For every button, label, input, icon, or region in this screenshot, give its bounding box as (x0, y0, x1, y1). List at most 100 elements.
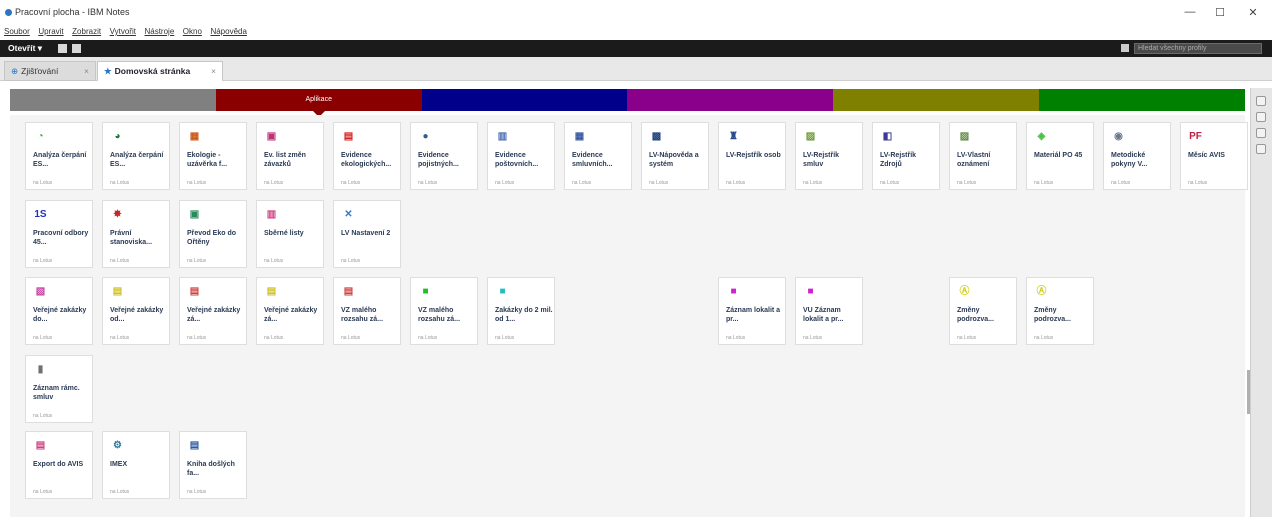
app-icon: ▥ (266, 209, 277, 220)
tab-label: Domovská stránka (114, 66, 191, 76)
app-tile[interactable]: ▧ Veřejné zakázky do... na Lotus (25, 277, 93, 345)
app-tile[interactable]: ■ VU Záznam lokalit a pr... na Lotus (795, 277, 863, 345)
app-name: VZ malého rozsahu zá... (418, 307, 461, 323)
app-tile[interactable]: ▤ VZ malého rozsahu zá... na Lotus (333, 277, 401, 345)
app-tile[interactable]: ■ Zakázky do 2 mil. od 1... na Lotus (487, 277, 555, 345)
menu-view[interactable]: Zobrazit (72, 27, 101, 36)
app-server: na Lotus (880, 180, 900, 186)
app-icon: ■ (422, 286, 429, 297)
app-tile[interactable]: ▤ Veřejné zakázky zá... na Lotus (256, 277, 324, 345)
app-tile[interactable]: ▦ Ekologie - uzávěrka f... na Lotus (179, 122, 247, 190)
app-server: na Lotus (33, 180, 53, 186)
app-name: Zakázky do 2 mil. od 1... (495, 307, 553, 323)
home-star-icon: ★ (104, 66, 112, 76)
app-tile[interactable]: ■ Záznam lokalit a pr... na Lotus (718, 277, 786, 345)
search-input[interactable]: Hledat všechny profily (1134, 43, 1262, 54)
app-server: na Lotus (726, 180, 746, 186)
minimize-button[interactable]: — (1177, 6, 1203, 20)
app-name: Pracovní odbory 45... (33, 230, 89, 246)
app-server: na Lotus (264, 180, 284, 186)
menu-help[interactable]: Nápověda (210, 27, 246, 36)
app-tile[interactable]: ▤ Veřejné zakázky od... na Lotus (102, 277, 170, 345)
app-tile[interactable]: ▥ Sběrné listy na Lotus (256, 200, 324, 268)
open-button[interactable]: Otevřít ▾ (8, 43, 42, 54)
app-tile[interactable]: ◉ Metodické pokyny V... na Lotus (1103, 122, 1171, 190)
sidebar-tool-icon[interactable] (1256, 112, 1266, 122)
app-server: na Lotus (649, 180, 669, 186)
menu-tools[interactable]: Nástroje (144, 27, 174, 36)
app-server: na Lotus (110, 489, 130, 495)
app-tile[interactable]: ⚙ IMEX na Lotus (102, 431, 170, 499)
app-server: na Lotus (341, 180, 361, 186)
app-tile[interactable]: ▮ Záznam rámc. smluv na Lotus (25, 355, 93, 423)
sidebar-tool-icon[interactable] (1256, 96, 1266, 106)
app-tile[interactable]: ▤ Veřejné zakázky zá... na Lotus (179, 277, 247, 345)
app-server: na Lotus (187, 180, 207, 186)
app-icon: ▤ (343, 286, 354, 297)
app-icon: ▨ (959, 131, 970, 142)
app-tile[interactable]: ▤ Export do AVIS na Lotus (25, 431, 93, 499)
app-tile[interactable]: ▨ LV-Vlastní oznámení na Lotus (949, 122, 1017, 190)
maximize-button[interactable]: ☐ (1207, 6, 1233, 20)
app-icon: PF (1189, 131, 1202, 142)
list-icon[interactable] (72, 44, 81, 53)
app-tile[interactable]: ▤ Kniha došlých fa... na Lotus (179, 431, 247, 499)
app-tile[interactable]: ▤ Evidence ekologických... na Lotus (333, 122, 401, 190)
app-tile[interactable]: ◕ Analýza čerpání ES... na Lotus (102, 122, 170, 190)
sidebar-tool-icon[interactable] (1256, 128, 1266, 138)
app-tile[interactable]: ▨ LV-Rejstřík smluv na Lotus (795, 122, 863, 190)
app-tile[interactable]: ♜ LV-Rejstřík osob na Lotus (718, 122, 786, 190)
app-tile[interactable]: ▣ Ev. list změn závazků na Lotus (256, 122, 324, 190)
app-tile[interactable]: ◈ Materiál PO 45 na Lotus (1026, 122, 1094, 190)
close-tab-icon[interactable]: × (211, 62, 216, 81)
search-scope-icon[interactable] (1121, 44, 1129, 52)
app-server: na Lotus (803, 180, 823, 186)
app-name: Změny podrozva... (957, 307, 994, 323)
app-tile[interactable]: ✕ LV Nastavení 2 na Lotus (333, 200, 401, 268)
category-segment[interactable] (833, 89, 1040, 111)
app-icon: ■ (730, 286, 737, 297)
tab-home[interactable]: ★ Domovská stránka × (97, 61, 223, 81)
app-icon: ▤ (189, 286, 200, 297)
app-tile[interactable]: ◔ Analýza čerpání ES... na Lotus (25, 122, 93, 190)
app-tile[interactable]: ■ VZ malého rozsahu zá... na Lotus (410, 277, 478, 345)
close-tab-icon[interactable]: × (84, 62, 89, 81)
app-tile[interactable]: Ⓐ Změny podrozva... na Lotus (1026, 277, 1094, 345)
app-name: Kniha došlých fa... (187, 461, 235, 477)
app-tile[interactable]: PF Měsíc AVIS na Lotus (1180, 122, 1248, 190)
app-tile[interactable]: ▥ Evidence poštovních... na Lotus (487, 122, 555, 190)
app-tile[interactable]: ● Evidence pojistných... na Lotus (410, 122, 478, 190)
menu-create[interactable]: Vytvořit (110, 27, 136, 36)
app-name: Měsíc AVIS (1188, 152, 1225, 159)
category-segment[interactable] (421, 89, 628, 111)
app-server: na Lotus (33, 335, 53, 341)
menu-window[interactable]: Okno (183, 27, 202, 36)
menu-edit[interactable]: Upravit (38, 27, 63, 36)
menu-file[interactable]: Soubor (4, 27, 30, 36)
app-tile[interactable]: ✸ Právní stanoviska... na Lotus (102, 200, 170, 268)
category-segment[interactable] (1039, 89, 1245, 111)
app-tile[interactable]: Ⓐ Změny podrozva... na Lotus (949, 277, 1017, 345)
workspace-icon[interactable] (58, 44, 67, 53)
app-icon: ▣ (189, 209, 200, 220)
app-tile[interactable]: ◧ LV-Rejstřík Zdrojů na Lotus (872, 122, 940, 190)
close-button[interactable]: ✕ (1240, 6, 1266, 20)
category-segment[interactable] (627, 89, 834, 111)
app-tile[interactable]: ▦ Evidence smluvních... na Lotus (564, 122, 632, 190)
app-tile[interactable]: ▩ LV-Nápověda a systém na Lotus (641, 122, 709, 190)
category-segment[interactable] (10, 89, 216, 111)
application-grid: ◔ Analýza čerpání ES... na Lotus ◕ Analýza č… (10, 115, 1248, 517)
app-tile[interactable]: 1S Pracovní odbory 45... na Lotus (25, 200, 93, 268)
app-tile[interactable]: ▣ Převod Eko do Ořtěny na Lotus (179, 200, 247, 268)
app-icon: ▤ (112, 286, 123, 297)
tab-discovery[interactable]: ⊕ Zjišťování × (4, 61, 96, 81)
app-icon: ◧ (882, 131, 893, 142)
app-name: Analýza čerpání ES... (110, 152, 164, 168)
sidebar-tool-icon[interactable] (1256, 144, 1266, 154)
app-icon: ▧ (35, 286, 46, 297)
app-server: na Lotus (33, 258, 53, 264)
app-name: Analýza čerpání ES... (33, 152, 87, 168)
category-segment[interactable]: Aplikace (215, 89, 422, 117)
app-server: na Lotus (341, 258, 361, 264)
app-name: Záznam lokalit a pr... (726, 307, 781, 323)
